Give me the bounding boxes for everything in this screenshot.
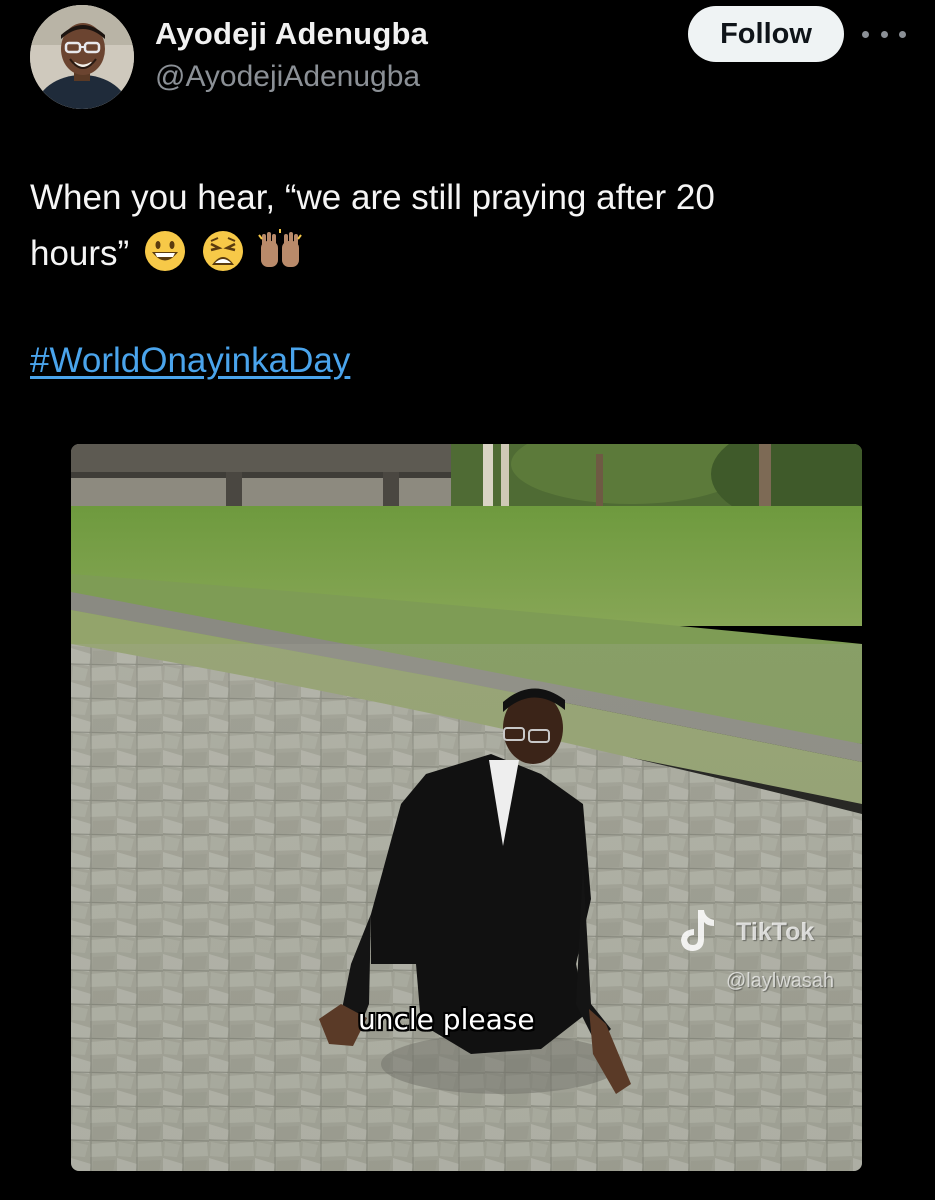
author-display-name[interactable]: Ayodeji Adenugba xyxy=(155,16,428,52)
author-handle[interactable]: @AyodejiAdenugba xyxy=(155,60,420,94)
hashtag-link[interactable]: #WorldOnayinkaDay xyxy=(30,336,350,386)
tweet-text-line: When you hear, “we are still praying aft… xyxy=(30,178,715,217)
tweet-text-line: hours” xyxy=(30,234,130,273)
watermark-handle: @laylwasah xyxy=(726,970,835,992)
grinning-face-icon xyxy=(144,231,185,271)
raised-hands-icon xyxy=(258,229,303,267)
more-horizontal-icon[interactable] xyxy=(862,20,906,48)
weary-face-icon xyxy=(202,231,243,271)
dot xyxy=(862,30,869,38)
avatar[interactable] xyxy=(30,5,134,109)
dot xyxy=(880,30,888,38)
follow-button[interactable]: Follow xyxy=(688,6,844,62)
dot xyxy=(899,30,906,38)
tiktok-logo-icon xyxy=(681,910,714,951)
watermark-brand: TikTok xyxy=(736,918,815,946)
tweet-text: When you hear, “we are still praying aft… xyxy=(30,170,890,282)
tweet-text-line-with-emojis: hours” xyxy=(30,226,890,282)
meme-caption: uncle please xyxy=(358,1003,535,1036)
tweet-media-image[interactable] xyxy=(71,444,862,1171)
tweet-header: Ayodeji Adenugba @AyodejiAdenugba Follow xyxy=(0,0,935,120)
